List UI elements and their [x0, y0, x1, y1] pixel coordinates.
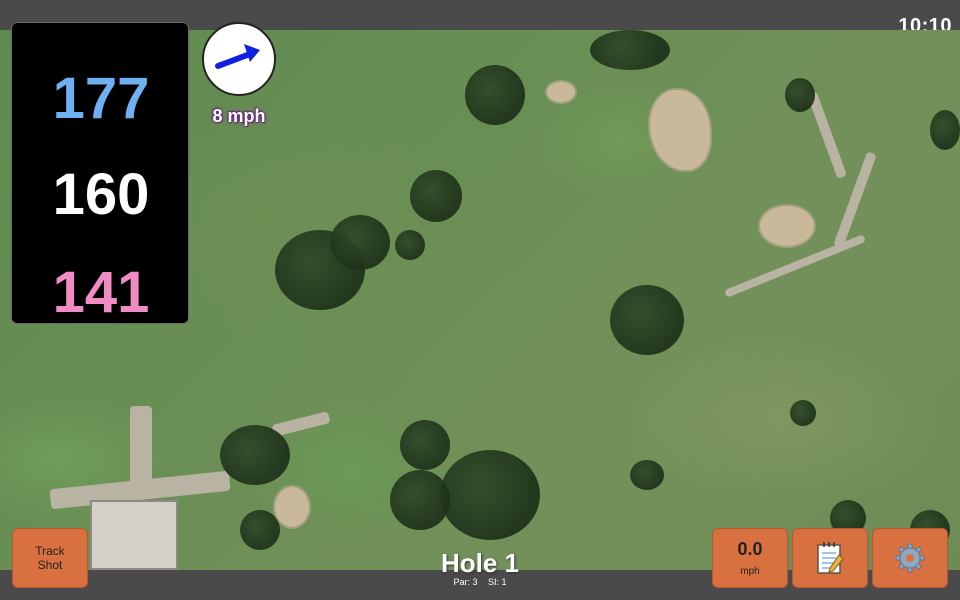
hole-par: Par: 3 [453, 577, 478, 587]
notes-button[interactable] [792, 528, 868, 588]
front-yardage: 141 [52, 260, 150, 325]
tree [610, 285, 684, 355]
speed-unit: mph [740, 566, 760, 577]
back-yardage: 177 [52, 66, 150, 131]
hole-title: Hole 1 [440, 548, 520, 578]
yardage-panel: 177 160 141 [11, 22, 189, 325]
hole-stroke-index: SI: 1 [488, 577, 507, 587]
tree [630, 460, 664, 490]
tree [240, 510, 280, 550]
middle-yardage: 160 [52, 162, 150, 227]
bunker [545, 80, 577, 104]
tree [465, 65, 525, 125]
cart-path [130, 406, 152, 486]
wind-direction-indicator [202, 22, 276, 96]
tree [785, 78, 815, 112]
clubhouse-building [90, 500, 178, 570]
track-shot-label: Track Shot [35, 544, 65, 572]
arrow-up-right-icon [215, 44, 260, 69]
bunker [648, 88, 712, 172]
settings-button[interactable] [872, 528, 948, 588]
speed-button[interactable]: 0.0 mph [712, 528, 788, 588]
tree [930, 110, 960, 150]
notepad-icon [817, 542, 844, 574]
tree [790, 400, 816, 426]
bunker [758, 204, 816, 248]
tree [440, 450, 540, 540]
tree [220, 425, 290, 485]
hole-info: Par: 3 SI: 1 [380, 577, 580, 587]
tree [400, 420, 450, 470]
cart-path [806, 91, 848, 179]
tree [410, 170, 462, 222]
cart-path [271, 411, 331, 437]
tree [390, 470, 450, 530]
speed-value: 0.0 [737, 539, 763, 559]
wind-speed-label: 8 mph [212, 106, 266, 126]
track-shot-button[interactable]: Track Shot [12, 528, 88, 588]
gear-icon [895, 543, 925, 573]
tree [395, 230, 425, 260]
tree [590, 30, 670, 70]
tree [330, 215, 390, 270]
